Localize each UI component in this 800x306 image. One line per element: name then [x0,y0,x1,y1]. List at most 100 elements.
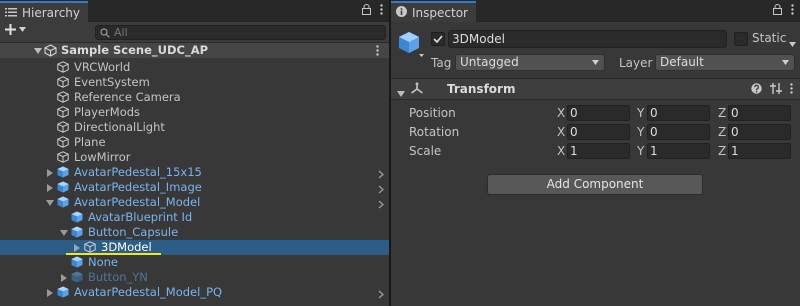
collapse-arrow-icon[interactable] [45,183,54,192]
prefab-cube-icon[interactable] [397,30,427,63]
static-label: Static [752,31,787,45]
tab-inspector-label: Inspector [412,5,468,20]
transform-header[interactable]: Transform [391,79,800,100]
hierarchy-item[interactable]: AvatarPedestal_Image [0,180,389,195]
hierarchy-item[interactable]: None [0,255,389,270]
layer-dropdown[interactable]: Default [655,54,795,71]
chevron-right-icon[interactable] [378,288,384,302]
axis-x-label: X [557,144,566,158]
expand-arrow-icon[interactable] [59,228,68,237]
z-field[interactable]: 0 [728,124,791,140]
transform-row: Scale X 1 Y 1 Z 1 [391,142,800,160]
static-checkbox[interactable] [734,32,748,46]
hierarchy-item[interactable]: LowMirror [0,150,389,165]
hierarchy-item-label: AvatarPedestal_15x15 [74,165,202,179]
hierarchy-toolbar [0,22,389,43]
transform-row-label: Scale [409,144,442,158]
tab-hierarchy[interactable]: Hierarchy [0,1,89,22]
hierarchy-item-label: Plane [74,135,106,149]
axis-y-label: Y [637,125,645,139]
foldout-arrow-icon[interactable] [397,86,405,100]
x-field[interactable]: 1 [567,143,630,159]
hierarchy-item[interactable]: AvatarPedestal_Model [0,195,389,210]
hierarchy-item[interactable]: AvatarPedestal_Model_PQ [0,285,389,300]
y-field[interactable]: 0 [647,105,710,121]
scene-row[interactable]: Sample Scene_UDC_AP [0,43,389,58]
transform-title: Transform [447,82,516,96]
hierarchy-item[interactable]: AvatarPedestal_15x15 [0,165,389,180]
gameobject-cube-icon [57,76,69,91]
hierarchy-item[interactable]: Button_Capsule [0,225,389,240]
chevron-down-icon [592,60,599,65]
axis-z-label: Z [718,106,727,120]
collapse-arrow-icon[interactable] [45,288,54,297]
prefab-cube-icon [71,211,83,226]
more-options-icon[interactable] [791,4,794,15]
prefab-cube-icon [57,166,69,181]
hierarchy-item[interactable]: EventSystem [0,75,389,90]
static-dropdown-icon[interactable] [789,36,796,50]
x-field[interactable]: 0 [567,105,630,121]
prefab-cube-icon [57,286,69,301]
z-field[interactable]: 0 [728,105,791,121]
collapse-arrow-icon[interactable] [59,273,68,282]
expand-arrow-icon[interactable] [45,198,54,207]
more-options-icon[interactable] [790,83,793,97]
hierarchy-item[interactable]: AvatarBlueprint Id [0,210,389,225]
y-field[interactable]: 1 [647,143,710,159]
lock-icon[interactable] [362,4,371,15]
hierarchy-item[interactable]: Button_YN [0,270,389,285]
more-options-icon[interactable] [380,4,383,15]
axis-z-label: Z [718,125,727,139]
axis-x-label: X [557,125,566,139]
hierarchy-item[interactable]: Reference Camera [0,90,389,105]
active-checkbox[interactable] [431,32,445,46]
hierarchy-item-label: EventSystem [74,75,150,89]
info-icon [396,5,407,20]
axis-y-label: Y [637,144,645,158]
layer-label: Layer [619,56,653,70]
tag-dropdown[interactable]: Untagged [455,54,605,71]
add-component-button[interactable]: Add Component [487,174,703,195]
layer-value: Default [660,55,704,69]
inspector-tabbar: Inspector [391,0,800,22]
prefab-cube-icon [71,271,83,286]
hierarchy-search[interactable] [95,25,386,40]
hierarchy-item-label: Reference Camera [74,90,181,104]
hierarchy-item[interactable]: 3DModel [0,240,389,255]
chevron-down-icon [782,60,789,65]
expand-arrow-icon[interactable] [33,46,42,55]
transform-row: Position X 0 Y 0 Z 0 [391,104,800,122]
hierarchy-item-label: None [88,255,119,269]
create-button[interactable] [5,24,26,35]
hierarchy-item-label: PlayerMods [74,105,141,119]
z-field[interactable]: 1 [728,143,791,159]
scene-label: Sample Scene_UDC_AP [61,43,209,57]
scene-more-icon[interactable] [376,45,379,59]
hierarchy-panel: Hierarchy Sampl [0,0,389,306]
collapse-arrow-icon[interactable] [72,243,81,252]
hierarchy-item[interactable]: Plane [0,135,389,150]
search-icon [100,27,110,38]
prefab-cube-icon [57,196,69,211]
highlight-underline [66,253,161,255]
tag-label: Tag [431,56,452,70]
lock-icon[interactable] [773,4,782,15]
prefab-cube-icon [57,181,69,196]
transform-row-label: Rotation [409,125,460,139]
hierarchy-item-label: AvatarPedestal_Image [74,180,202,194]
search-input[interactable] [114,26,374,39]
x-field[interactable]: 0 [567,124,630,140]
hierarchy-item[interactable]: DirectionalLight [0,120,389,135]
y-field[interactable]: 0 [647,124,710,140]
help-icon[interactable] [751,83,762,97]
object-name-field[interactable]: 3DModel [448,30,727,48]
tab-inspector[interactable]: Inspector [391,1,476,22]
axis-x-label: X [557,106,566,120]
hierarchy-item[interactable]: PlayerMods [0,105,389,120]
preset-icon[interactable] [770,83,782,97]
collapse-arrow-icon[interactable] [45,168,54,177]
gameobject-cube-icon [57,91,69,106]
hierarchy-item[interactable]: VRCWorld [0,60,389,75]
prefab-cube-icon [71,226,83,241]
